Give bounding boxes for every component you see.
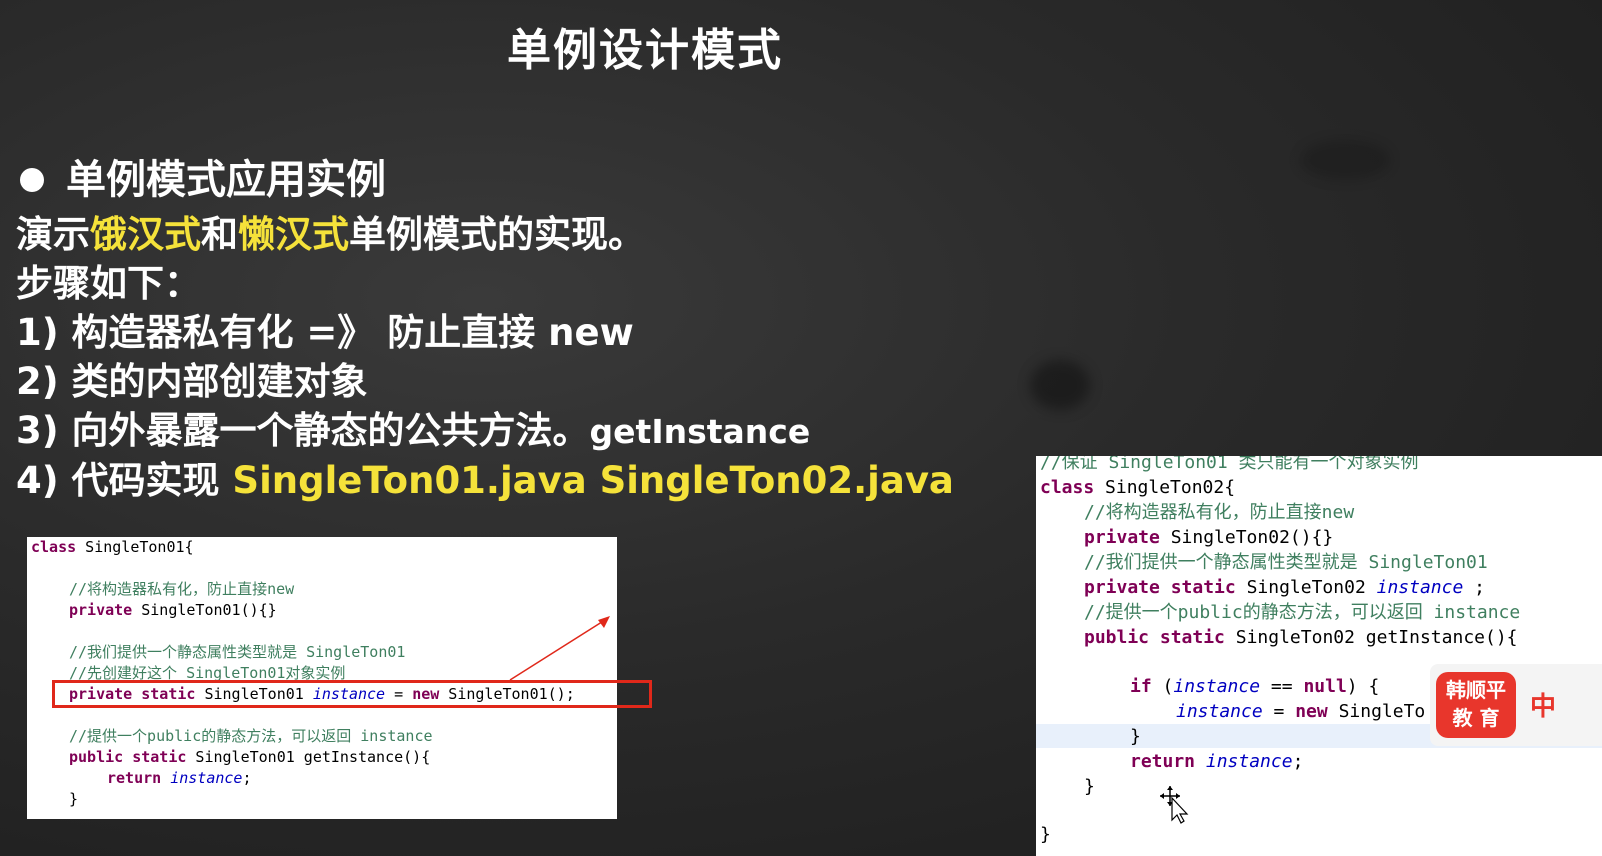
lazy-highlight: 懒汉式 — [238, 213, 349, 256]
bullet-icon — [20, 168, 44, 192]
heading-text: 单例模式应用实例 — [66, 157, 386, 203]
code-line: } — [1130, 726, 1141, 747]
code-comment: //保证 SingleTon01 类只能有一个对象实例 — [1040, 456, 1419, 473]
steps-title: 步骤如下： — [16, 262, 201, 305]
code-comment: //我们提供一个静态属性类型就是 SingleTon01 — [69, 643, 406, 661]
intro-suffix: 单例模式的实现。 — [349, 213, 645, 256]
intro-line: 演示饿汉式和懒汉式单例模式的实现。 — [16, 210, 954, 259]
section-heading: 单例模式应用实例 — [16, 150, 954, 210]
arrow-icon — [509, 616, 610, 681]
chalk-smudge — [1300, 140, 1390, 180]
code-line: } — [69, 790, 79, 808]
slide-body: 单例模式应用实例 演示饿汉式和懒汉式单例模式的实现。 步骤如下： 1) 构造器私… — [16, 150, 954, 505]
code-comment: //将构造器私有化，防止直接new — [1084, 502, 1355, 523]
slide-title: 单例设计模式 — [507, 25, 783, 76]
step-2: 2) 类的内部创建对象 — [16, 360, 368, 403]
code-line: private static SingleTon02 instance ; — [1084, 577, 1486, 598]
step-1: 1) 构造器私有化 =》 防止直接 new — [16, 311, 634, 354]
code-line: if (instance == null) { — [1130, 676, 1380, 697]
code-line: private SingleTon02(){} — [1084, 527, 1334, 548]
logo-badge: 韩顺平 教 育 — [1436, 672, 1516, 738]
brand-logo: 韩顺平 教 育 中 — [1430, 664, 1602, 746]
logo-line-1: 韩顺平 — [1446, 678, 1506, 702]
code-line: } — [1084, 776, 1095, 797]
chalk-smudge — [1030, 360, 1090, 410]
intro-mid: 和 — [201, 213, 238, 256]
intro-prefix: 演示 — [16, 213, 90, 256]
step-3: 3) 向外暴露一个静态的公共方法。getInstance — [16, 406, 954, 456]
code-line: } — [1040, 824, 1051, 845]
code-comment: //我们提供一个静态属性类型就是 SingleTon01 — [1084, 552, 1488, 573]
code-comment: //提供一个public的静态方法，可以返回 instance — [1084, 602, 1521, 623]
code-line: return instance; — [107, 769, 252, 787]
step-3-code: getInstance — [589, 412, 811, 451]
code-line: private SingleTon01(){} — [69, 601, 277, 619]
code-comment: //提供一个public的静态方法，可以返回 instance — [69, 727, 433, 745]
logo-line-2: 教 育 — [1452, 706, 1500, 730]
code-line: return instance; — [1130, 751, 1304, 772]
move-cursor-icon — [1160, 786, 1189, 824]
logo-side-text: 中 — [1530, 692, 1557, 722]
code-comment: //将构造器私有化，防止直接new — [69, 580, 295, 598]
code-line: class SingleTon01{ — [31, 538, 194, 556]
step-4-files: SingleTon01.java SingleTon02.java — [232, 459, 954, 502]
step-4: 4) 代码实现 SingleTon01.java SingleTon02.jav… — [16, 456, 954, 505]
code-line: public static SingleTon02 getInstance(){ — [1084, 627, 1518, 648]
eager-highlight: 饿汉式 — [90, 213, 201, 256]
step-4-text: 4) 代码实现 — [16, 459, 233, 502]
code-line: public static SingleTon01 getInstance(){ — [69, 748, 431, 766]
code-line: instance = new SingleTo — [1176, 701, 1426, 722]
code-snippet-singleton02: //保证 SingleTon01 类只能有一个对象实例 class Single… — [1036, 456, 1602, 856]
step-3-text: 3) 向外暴露一个静态的公共方法。 — [16, 409, 590, 452]
code-line: class SingleTon02{ — [1040, 477, 1236, 498]
